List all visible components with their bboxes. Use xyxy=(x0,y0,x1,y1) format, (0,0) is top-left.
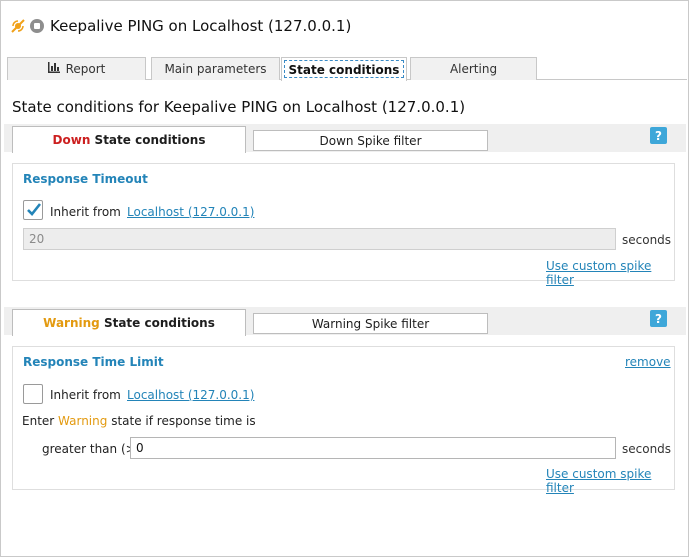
tab-warning-spike-filter[interactable]: Warning Spike filter xyxy=(253,313,488,334)
inherit-link-warning[interactable]: Localhost (127.0.0.1) xyxy=(127,388,254,402)
inherit-label-warning: Inherit from xyxy=(50,388,121,402)
tab-report-label: Report xyxy=(65,62,106,76)
tab-down-spike-filter[interactable]: Down Spike filter xyxy=(253,130,488,151)
stop-status-icon xyxy=(30,19,44,33)
enter-state-word: Warning xyxy=(58,414,108,428)
warning-state-suffix: State conditions xyxy=(99,316,215,330)
main-tabs: Report Main parameters State conditions … xyxy=(7,57,687,81)
help-button-warning[interactable]: ? xyxy=(650,310,667,327)
response-limit-field[interactable]: 0 xyxy=(130,437,616,459)
warning-state-word: Warning xyxy=(43,316,100,330)
down-section-tabs: Down State conditions Down Spike filter … xyxy=(4,124,686,153)
bar-chart-icon xyxy=(47,62,60,76)
tab-report[interactable]: Report xyxy=(7,57,146,80)
response-time-limit-panel: Response Time Limit remove Inherit from … xyxy=(12,346,675,495)
tab-alerting[interactable]: Alerting xyxy=(410,57,537,80)
window-title: Keepalive PING on Localhost (127.0.0.1) xyxy=(50,17,352,35)
warning-spike-label: Warning Spike filter xyxy=(311,316,430,331)
inherit-label-down: Inherit from xyxy=(50,205,121,219)
tab-warning-state-conditions[interactable]: Warning State conditions xyxy=(12,309,246,336)
timeout-value-field[interactable]: 20 xyxy=(23,228,616,250)
title-bar: Keepalive PING on Localhost (127.0.0.1) xyxy=(10,14,351,38)
warning-section-tabs: Warning State conditions Warning Spike f… xyxy=(4,307,686,336)
timeout-unit: seconds xyxy=(622,233,672,247)
response-limit-unit: seconds xyxy=(622,442,672,456)
help-button-down[interactable]: ? xyxy=(650,127,667,144)
response-timeout-panel: Response Timeout Inherit from Localhost … xyxy=(12,163,675,287)
sensor-icon xyxy=(10,18,26,34)
use-custom-spike-filter-down[interactable]: Use custom spike filter xyxy=(546,259,674,287)
inherit-checkbox-down[interactable] xyxy=(23,200,43,220)
inherit-checkbox-warning[interactable] xyxy=(23,384,43,404)
tab-state-conditions[interactable]: State conditions xyxy=(281,57,407,81)
down-state-word: Down xyxy=(52,133,91,147)
panel-title-response-timeout: Response Timeout xyxy=(23,172,148,186)
tab-main-parameters-label: Main parameters xyxy=(164,62,267,76)
warning-condition-text: Enter Warning state if response time is xyxy=(22,414,256,428)
inherit-link-down[interactable]: Localhost (127.0.0.1) xyxy=(127,205,254,219)
comparison-label: greater than (>) xyxy=(42,442,141,456)
down-state-suffix: State conditions xyxy=(90,133,206,147)
enter-prefix: Enter xyxy=(22,414,59,428)
tab-main-parameters[interactable]: Main parameters xyxy=(151,57,280,80)
down-spike-label: Down Spike filter xyxy=(319,133,422,148)
use-custom-spike-filter-warning[interactable]: Use custom spike filter xyxy=(546,467,674,495)
tab-down-state-conditions[interactable]: Down State conditions xyxy=(12,126,246,153)
window-frame: Keepalive PING on Localhost (127.0.0.1) … xyxy=(0,0,689,557)
checkmark-icon xyxy=(27,203,42,216)
enter-suffix: state if response time is xyxy=(107,414,256,428)
page-title: State conditions for Keepalive PING on L… xyxy=(12,98,466,116)
tab-alerting-label: Alerting xyxy=(449,62,498,76)
panel-title-response-time-limit: Response Time Limit xyxy=(23,355,164,369)
remove-link[interactable]: remove xyxy=(625,355,671,369)
focus-rect xyxy=(284,60,404,78)
